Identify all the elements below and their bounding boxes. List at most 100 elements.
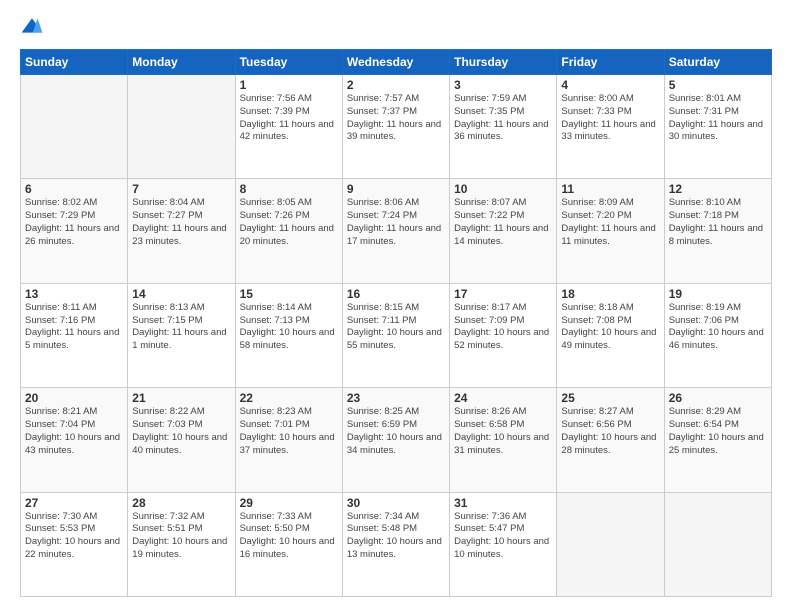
day-number: 21 xyxy=(132,391,230,405)
calendar-cell xyxy=(557,492,664,596)
day-number: 8 xyxy=(240,182,338,196)
calendar-cell: 28Sunrise: 7:32 AM Sunset: 5:51 PM Dayli… xyxy=(128,492,235,596)
day-number: 10 xyxy=(454,182,552,196)
calendar-week-4: 20Sunrise: 8:21 AM Sunset: 7:04 PM Dayli… xyxy=(21,388,772,492)
column-header-saturday: Saturday xyxy=(664,50,771,75)
day-detail: Sunrise: 8:25 AM Sunset: 6:59 PM Dayligh… xyxy=(347,406,445,457)
day-detail: Sunrise: 8:26 AM Sunset: 6:58 PM Dayligh… xyxy=(454,406,552,457)
day-detail: Sunrise: 8:21 AM Sunset: 7:04 PM Dayligh… xyxy=(25,406,123,457)
column-header-tuesday: Tuesday xyxy=(235,50,342,75)
calendar-cell xyxy=(21,75,128,179)
day-number: 2 xyxy=(347,78,445,92)
day-detail: Sunrise: 8:27 AM Sunset: 6:56 PM Dayligh… xyxy=(561,406,659,457)
calendar-cell: 15Sunrise: 8:14 AM Sunset: 7:13 PM Dayli… xyxy=(235,283,342,387)
day-detail: Sunrise: 7:56 AM Sunset: 7:39 PM Dayligh… xyxy=(240,93,338,144)
day-number: 19 xyxy=(669,287,767,301)
header xyxy=(20,15,772,39)
day-number: 20 xyxy=(25,391,123,405)
calendar-cell: 22Sunrise: 8:23 AM Sunset: 7:01 PM Dayli… xyxy=(235,388,342,492)
day-number: 16 xyxy=(347,287,445,301)
column-header-thursday: Thursday xyxy=(450,50,557,75)
calendar-cell: 3Sunrise: 7:59 AM Sunset: 7:35 PM Daylig… xyxy=(450,75,557,179)
day-detail: Sunrise: 8:13 AM Sunset: 7:15 PM Dayligh… xyxy=(132,302,230,353)
calendar-cell: 23Sunrise: 8:25 AM Sunset: 6:59 PM Dayli… xyxy=(342,388,449,492)
calendar-header-row: SundayMondayTuesdayWednesdayThursdayFrid… xyxy=(21,50,772,75)
day-number: 9 xyxy=(347,182,445,196)
day-detail: Sunrise: 7:32 AM Sunset: 5:51 PM Dayligh… xyxy=(132,511,230,562)
calendar-cell: 20Sunrise: 8:21 AM Sunset: 7:04 PM Dayli… xyxy=(21,388,128,492)
day-number: 24 xyxy=(454,391,552,405)
calendar-cell xyxy=(664,492,771,596)
calendar-cell: 30Sunrise: 7:34 AM Sunset: 5:48 PM Dayli… xyxy=(342,492,449,596)
calendar-cell: 11Sunrise: 8:09 AM Sunset: 7:20 PM Dayli… xyxy=(557,179,664,283)
day-number: 5 xyxy=(669,78,767,92)
day-number: 18 xyxy=(561,287,659,301)
day-number: 25 xyxy=(561,391,659,405)
calendar-cell: 27Sunrise: 7:30 AM Sunset: 5:53 PM Dayli… xyxy=(21,492,128,596)
day-detail: Sunrise: 8:23 AM Sunset: 7:01 PM Dayligh… xyxy=(240,406,338,457)
logo-icon xyxy=(20,15,44,39)
day-detail: Sunrise: 8:11 AM Sunset: 7:16 PM Dayligh… xyxy=(25,302,123,353)
day-detail: Sunrise: 7:34 AM Sunset: 5:48 PM Dayligh… xyxy=(347,511,445,562)
day-number: 13 xyxy=(25,287,123,301)
calendar-cell: 16Sunrise: 8:15 AM Sunset: 7:11 PM Dayli… xyxy=(342,283,449,387)
calendar-cell xyxy=(128,75,235,179)
calendar-cell: 26Sunrise: 8:29 AM Sunset: 6:54 PM Dayli… xyxy=(664,388,771,492)
calendar-cell: 12Sunrise: 8:10 AM Sunset: 7:18 PM Dayli… xyxy=(664,179,771,283)
calendar-cell: 18Sunrise: 8:18 AM Sunset: 7:08 PM Dayli… xyxy=(557,283,664,387)
logo xyxy=(20,15,48,39)
calendar-cell: 17Sunrise: 8:17 AM Sunset: 7:09 PM Dayli… xyxy=(450,283,557,387)
calendar-cell: 9Sunrise: 8:06 AM Sunset: 7:24 PM Daylig… xyxy=(342,179,449,283)
calendar-cell: 31Sunrise: 7:36 AM Sunset: 5:47 PM Dayli… xyxy=(450,492,557,596)
day-detail: Sunrise: 7:30 AM Sunset: 5:53 PM Dayligh… xyxy=(25,511,123,562)
day-detail: Sunrise: 8:00 AM Sunset: 7:33 PM Dayligh… xyxy=(561,93,659,144)
day-detail: Sunrise: 8:29 AM Sunset: 6:54 PM Dayligh… xyxy=(669,406,767,457)
day-number: 27 xyxy=(25,496,123,510)
day-number: 4 xyxy=(561,78,659,92)
calendar-week-1: 1Sunrise: 7:56 AM Sunset: 7:39 PM Daylig… xyxy=(21,75,772,179)
day-detail: Sunrise: 8:15 AM Sunset: 7:11 PM Dayligh… xyxy=(347,302,445,353)
day-detail: Sunrise: 8:04 AM Sunset: 7:27 PM Dayligh… xyxy=(132,197,230,248)
day-number: 15 xyxy=(240,287,338,301)
day-number: 28 xyxy=(132,496,230,510)
day-detail: Sunrise: 8:01 AM Sunset: 7:31 PM Dayligh… xyxy=(669,93,767,144)
calendar-week-2: 6Sunrise: 8:02 AM Sunset: 7:29 PM Daylig… xyxy=(21,179,772,283)
day-number: 23 xyxy=(347,391,445,405)
day-detail: Sunrise: 8:05 AM Sunset: 7:26 PM Dayligh… xyxy=(240,197,338,248)
calendar-cell: 24Sunrise: 8:26 AM Sunset: 6:58 PM Dayli… xyxy=(450,388,557,492)
day-number: 3 xyxy=(454,78,552,92)
day-number: 6 xyxy=(25,182,123,196)
column-header-friday: Friday xyxy=(557,50,664,75)
column-header-wednesday: Wednesday xyxy=(342,50,449,75)
calendar-cell: 7Sunrise: 8:04 AM Sunset: 7:27 PM Daylig… xyxy=(128,179,235,283)
day-number: 22 xyxy=(240,391,338,405)
calendar-cell: 13Sunrise: 8:11 AM Sunset: 7:16 PM Dayli… xyxy=(21,283,128,387)
day-detail: Sunrise: 8:22 AM Sunset: 7:03 PM Dayligh… xyxy=(132,406,230,457)
day-detail: Sunrise: 8:07 AM Sunset: 7:22 PM Dayligh… xyxy=(454,197,552,248)
day-number: 31 xyxy=(454,496,552,510)
day-detail: Sunrise: 8:18 AM Sunset: 7:08 PM Dayligh… xyxy=(561,302,659,353)
calendar-cell: 14Sunrise: 8:13 AM Sunset: 7:15 PM Dayli… xyxy=(128,283,235,387)
calendar-cell: 25Sunrise: 8:27 AM Sunset: 6:56 PM Dayli… xyxy=(557,388,664,492)
calendar-cell: 8Sunrise: 8:05 AM Sunset: 7:26 PM Daylig… xyxy=(235,179,342,283)
calendar-cell: 5Sunrise: 8:01 AM Sunset: 7:31 PM Daylig… xyxy=(664,75,771,179)
day-detail: Sunrise: 8:19 AM Sunset: 7:06 PM Dayligh… xyxy=(669,302,767,353)
calendar-cell: 1Sunrise: 7:56 AM Sunset: 7:39 PM Daylig… xyxy=(235,75,342,179)
day-number: 12 xyxy=(669,182,767,196)
calendar-cell: 2Sunrise: 7:57 AM Sunset: 7:37 PM Daylig… xyxy=(342,75,449,179)
day-detail: Sunrise: 7:59 AM Sunset: 7:35 PM Dayligh… xyxy=(454,93,552,144)
day-number: 14 xyxy=(132,287,230,301)
day-detail: Sunrise: 8:06 AM Sunset: 7:24 PM Dayligh… xyxy=(347,197,445,248)
day-detail: Sunrise: 7:33 AM Sunset: 5:50 PM Dayligh… xyxy=(240,511,338,562)
column-header-monday: Monday xyxy=(128,50,235,75)
day-number: 30 xyxy=(347,496,445,510)
calendar-cell: 10Sunrise: 8:07 AM Sunset: 7:22 PM Dayli… xyxy=(450,179,557,283)
column-header-sunday: Sunday xyxy=(21,50,128,75)
day-number: 26 xyxy=(669,391,767,405)
calendar-cell: 19Sunrise: 8:19 AM Sunset: 7:06 PM Dayli… xyxy=(664,283,771,387)
day-detail: Sunrise: 8:02 AM Sunset: 7:29 PM Dayligh… xyxy=(25,197,123,248)
day-detail: Sunrise: 8:09 AM Sunset: 7:20 PM Dayligh… xyxy=(561,197,659,248)
day-detail: Sunrise: 8:14 AM Sunset: 7:13 PM Dayligh… xyxy=(240,302,338,353)
day-detail: Sunrise: 7:36 AM Sunset: 5:47 PM Dayligh… xyxy=(454,511,552,562)
calendar-cell: 4Sunrise: 8:00 AM Sunset: 7:33 PM Daylig… xyxy=(557,75,664,179)
